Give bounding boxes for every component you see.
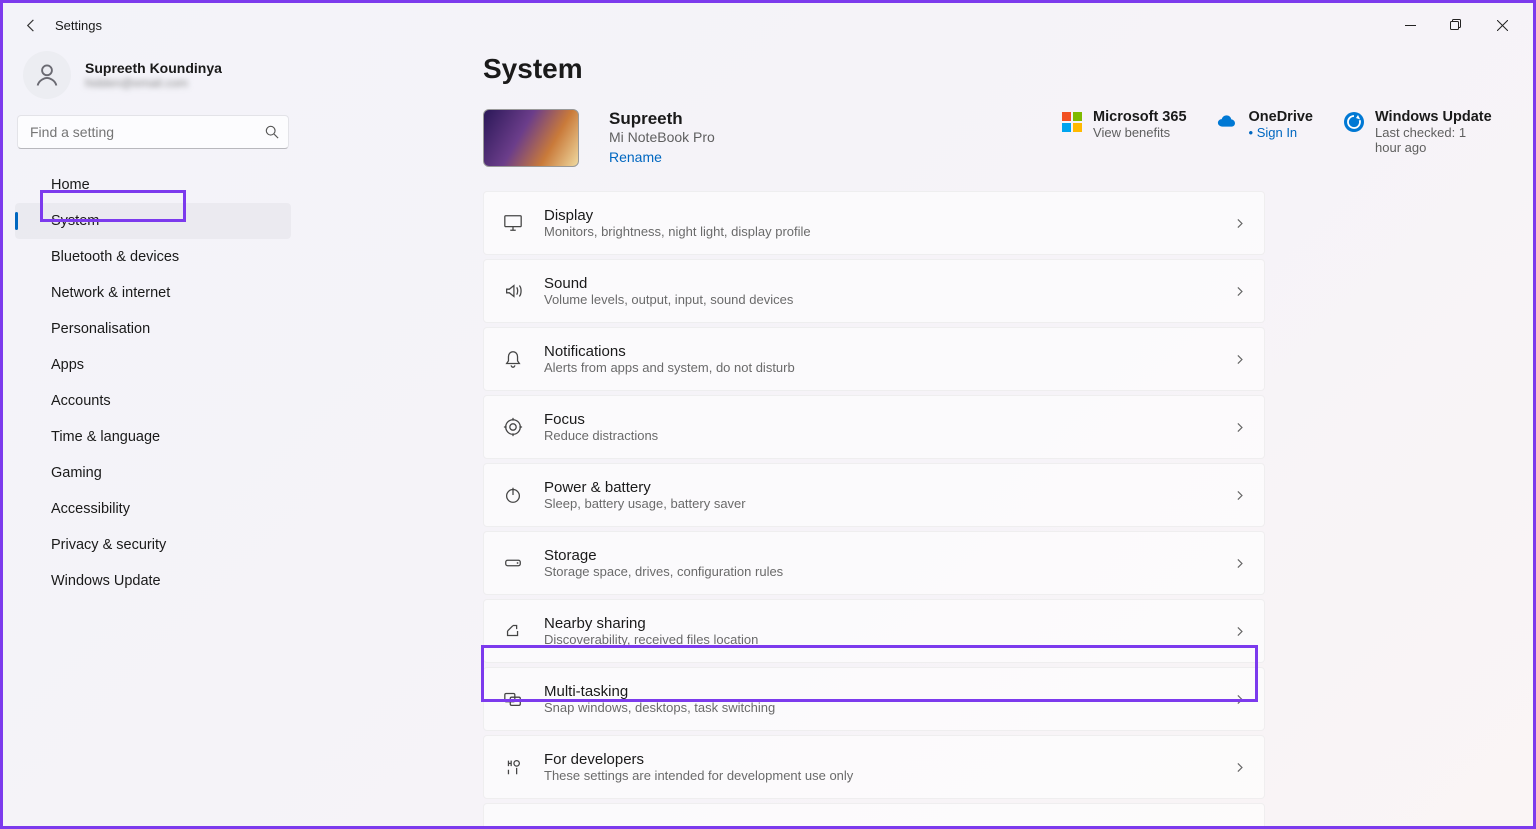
setting-title: Focus — [544, 411, 1233, 428]
setting-power[interactable]: Power & batterySleep, battery usage, bat… — [483, 463, 1265, 527]
chevron-right-icon — [1233, 353, 1246, 366]
back-button[interactable] — [11, 5, 51, 45]
window-title: Settings — [55, 18, 102, 33]
sidebar: Supreeth Koundinya hidden@email.com Home… — [3, 47, 303, 826]
search-icon — [265, 125, 279, 139]
page-title: System — [483, 53, 1493, 85]
nav-apps[interactable]: Apps — [15, 347, 291, 383]
nav-home[interactable]: Home — [15, 167, 291, 203]
focus-icon — [502, 417, 524, 437]
chevron-right-icon — [1233, 557, 1246, 570]
setting-sub: Snap windows, desktops, task switching — [544, 700, 1233, 715]
dev-icon — [502, 757, 524, 777]
back-arrow-icon — [24, 18, 39, 33]
close-button[interactable] — [1479, 9, 1525, 41]
main-panel: System Supreeth Mi NoteBook Pro Rename M… — [303, 47, 1533, 826]
nav-system[interactable]: System — [15, 203, 291, 239]
setting-title: Sound — [544, 275, 1233, 292]
setting-check[interactable]: Activation — [483, 803, 1265, 826]
close-icon — [1497, 20, 1508, 31]
setting-sub: Alerts from apps and system, do not dist… — [544, 360, 1233, 375]
chevron-right-icon — [1233, 761, 1246, 774]
nav-accounts[interactable]: Accounts — [15, 383, 291, 419]
minimize-icon — [1405, 20, 1416, 31]
chevron-right-icon — [1233, 421, 1246, 434]
tile-windows-update[interactable]: Windows Update Last checked: 1 hour ago — [1343, 109, 1493, 155]
system-header: Supreeth Mi NoteBook Pro Rename Microsof… — [483, 109, 1493, 167]
search-input[interactable] — [17, 115, 289, 149]
maximize-icon — [1450, 19, 1462, 31]
setting-title: Multi-tasking — [544, 683, 1233, 700]
check-icon — [502, 825, 524, 826]
chevron-right-icon — [1233, 217, 1246, 230]
nav-bluetooth[interactable]: Bluetooth & devices — [15, 239, 291, 275]
nav-gaming[interactable]: Gaming — [15, 455, 291, 491]
sound-icon — [502, 281, 524, 301]
display-icon — [502, 213, 524, 233]
avatar — [23, 51, 71, 99]
setting-sub: Discoverability, received files location — [544, 632, 1233, 647]
profile-name: Supreeth Koundinya — [85, 60, 222, 76]
setting-sub: Volume levels, output, input, sound devi… — [544, 292, 1233, 307]
setting-storage[interactable]: StorageStorage space, drives, configurat… — [483, 531, 1265, 595]
chevron-right-icon — [1233, 489, 1246, 502]
setting-title: Storage — [544, 547, 1233, 564]
setting-title: Nearby sharing — [544, 615, 1233, 632]
setting-title: Display — [544, 207, 1233, 224]
person-icon — [33, 61, 61, 89]
setting-share[interactable]: Nearby sharingDiscoverability, received … — [483, 599, 1265, 663]
chevron-right-icon — [1233, 693, 1246, 706]
nav-network[interactable]: Network & internet — [15, 275, 291, 311]
storage-icon — [502, 553, 524, 573]
setting-sub: Reduce distractions — [544, 428, 1233, 443]
profile-email: hidden@email.com — [85, 76, 222, 90]
chevron-right-icon — [1233, 285, 1246, 298]
multi-icon — [502, 689, 524, 709]
minimize-button[interactable] — [1387, 9, 1433, 41]
bell-icon — [502, 349, 524, 369]
setting-display[interactable]: DisplayMonitors, brightness, night light… — [483, 191, 1265, 255]
nav-privacy[interactable]: Privacy & security — [15, 527, 291, 563]
setting-dev[interactable]: For developersThese settings are intende… — [483, 735, 1265, 799]
setting-sub: These settings are intended for developm… — [544, 768, 1233, 783]
setting-sub: Sleep, battery usage, battery saver — [544, 496, 1233, 511]
m365-icon — [1061, 111, 1083, 133]
nav-time-language[interactable]: Time & language — [15, 419, 291, 455]
power-icon — [502, 485, 524, 505]
share-icon — [502, 621, 524, 641]
setting-sub: Storage space, drives, configuration rul… — [544, 564, 1233, 579]
tile-m365[interactable]: Microsoft 365 View benefits — [1061, 109, 1186, 140]
setting-sound[interactable]: SoundVolume levels, output, input, sound… — [483, 259, 1265, 323]
setting-bell[interactable]: NotificationsAlerts from apps and system… — [483, 327, 1265, 391]
rename-link[interactable]: Rename — [609, 149, 715, 165]
setting-title: Notifications — [544, 343, 1233, 360]
setting-focus[interactable]: FocusReduce distractions — [483, 395, 1265, 459]
onedrive-icon — [1217, 111, 1239, 133]
nav-accessibility[interactable]: Accessibility — [15, 491, 291, 527]
setting-title: Power & battery — [544, 479, 1233, 496]
nav-windows-update[interactable]: Windows Update — [15, 563, 291, 599]
device-name: Supreeth — [609, 109, 715, 129]
settings-list: DisplayMonitors, brightness, night light… — [483, 191, 1265, 826]
update-icon — [1343, 111, 1365, 133]
window-controls — [1387, 9, 1525, 41]
search-field-wrap — [17, 115, 289, 149]
nav-personalisation[interactable]: Personalisation — [15, 311, 291, 347]
titlebar: Settings — [3, 3, 1533, 47]
setting-sub: Monitors, brightness, night light, displ… — [544, 224, 1233, 239]
sidebar-nav: Home System Bluetooth & devices Network … — [15, 167, 291, 599]
chevron-right-icon — [1233, 625, 1246, 638]
device-image — [483, 109, 579, 167]
setting-multi[interactable]: Multi-taskingSnap windows, desktops, tas… — [483, 667, 1265, 731]
profile-block[interactable]: Supreeth Koundinya hidden@email.com — [15, 47, 291, 115]
maximize-button[interactable] — [1433, 9, 1479, 41]
tile-onedrive[interactable]: OneDrive • Sign In — [1217, 109, 1313, 140]
device-model: Mi NoteBook Pro — [609, 129, 715, 145]
setting-title: For developers — [544, 751, 1233, 768]
